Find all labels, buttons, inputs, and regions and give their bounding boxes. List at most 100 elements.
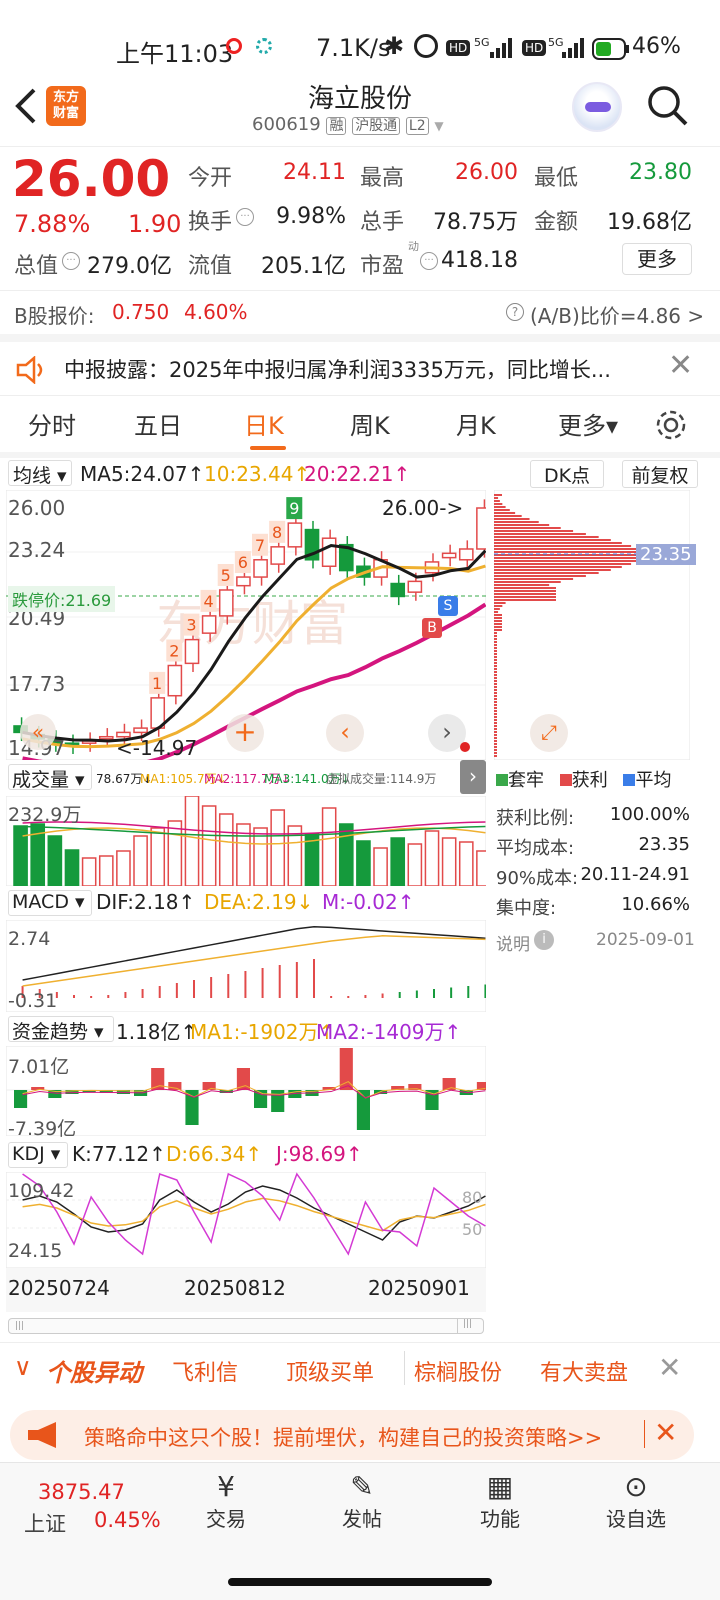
expand-icon[interactable]: ⤢ <box>530 714 568 752</box>
scroll-left-icon[interactable]: ‹ <box>326 714 364 752</box>
candle-body <box>287 522 303 548</box>
sequence-marker: 9 <box>286 497 303 520</box>
close-icon[interactable]: ✕ <box>658 1351 681 1384</box>
volume-bar <box>167 820 183 886</box>
settings-gear-icon[interactable] <box>654 408 688 442</box>
alert-item[interactable]: 棕榈股份 <box>414 1355 502 1387</box>
alert-item[interactable]: 飞利信 <box>172 1355 238 1387</box>
promo-text: 策略命中这只个股！提前埋伏，构建自己的投资策略>> <box>84 1426 603 1450</box>
panel-expand-icon[interactable]: › <box>460 760 486 794</box>
ab-ratio[interactable]: (A/B)比价=4.86 > <box>530 300 704 329</box>
more-button[interactable]: 更多 <box>622 243 692 275</box>
chip-bar <box>494 662 497 664</box>
kdj-y-max: 109.42 <box>8 1180 75 1202</box>
sequence-marker: 1 <box>149 671 166 694</box>
chip-bar <box>494 533 586 535</box>
pe-label: 市盈 <box>360 254 405 279</box>
kdj-chart[interactable] <box>6 1172 486 1268</box>
divider <box>0 452 720 458</box>
volume-bar <box>47 835 63 886</box>
chip-bar <box>494 677 497 679</box>
notification-icon <box>226 38 242 54</box>
chip-bar <box>494 743 497 745</box>
buy-signal-marker[interactable]: B <box>422 618 442 638</box>
5g-icon: 5G <box>474 36 490 49</box>
nav-watchlist[interactable]: ⊙ 设自选 <box>576 1468 696 1532</box>
ma-selector[interactable]: 均线 ▾ <box>8 460 72 487</box>
chip-help-link[interactable]: 说明 <box>496 930 530 955</box>
index-name[interactable]: 上证 <box>24 1508 66 1538</box>
search-icon[interactable] <box>646 84 690 128</box>
index-value[interactable]: 3875.47 <box>38 1480 125 1504</box>
chevron-down-icon[interactable]: ∨ <box>14 1353 32 1381</box>
volume-value: 78.75万 <box>433 210 518 235</box>
market-cap-label: 总值 <box>14 254 59 279</box>
stock-code-row[interactable]: 600619 融 沪股通 L2 ▼ <box>252 114 444 135</box>
stock-alert-strip: ∨ 个股异动 飞利信 顶级买单 棕榈股份 有大卖盘 ✕ <box>0 1342 720 1398</box>
chip-date: 2025-09-01 <box>596 930 695 950</box>
date-label: 20250812 <box>184 1276 286 1300</box>
tab-weekly-k[interactable]: 周K <box>350 406 390 441</box>
chip-bar <box>494 755 497 757</box>
scroll-handle-left[interactable]: ||| <box>15 1321 31 1331</box>
question-icon[interactable]: ? <box>506 303 524 321</box>
info-icon[interactable]: ··· <box>62 252 80 270</box>
promo-banner[interactable]: 策略命中这只个股！提前埋伏，构建自己的投资策略>> ✕ <box>10 1410 694 1460</box>
volume-bar <box>81 857 97 886</box>
macd-selector[interactable]: MACD ▾ <box>8 890 92 916</box>
profit-ratio-value: 100.00% <box>609 804 690 825</box>
alert-item[interactable]: 有大卖盘 <box>540 1355 628 1387</box>
chip-bar <box>494 674 497 676</box>
sequence-marker: 3 <box>183 613 200 636</box>
sequence-number: 2 <box>169 642 179 661</box>
adjust-mode-button[interactable]: 前复权 <box>622 460 698 488</box>
scroll-left-fast-icon[interactable]: « <box>20 714 56 750</box>
tab-5day[interactable]: 五日 <box>134 406 182 441</box>
date-axis: 20250724 20250812 20250901 <box>6 1268 486 1312</box>
chip-bar <box>494 548 639 550</box>
close-icon[interactable]: ✕ <box>668 348 693 383</box>
robot-assistant-icon[interactable] <box>572 82 622 132</box>
fund-flow-selector[interactable]: 资金趋势 ▾ <box>8 1016 114 1043</box>
tab-intraday[interactable]: 分时 <box>28 406 76 441</box>
chip-bar <box>494 752 497 754</box>
fund-flow-chart[interactable] <box>6 1046 486 1136</box>
chip-bar <box>494 665 497 667</box>
concentration-label: 集中度: <box>496 898 557 919</box>
scroll-handle-right[interactable]: ||| <box>457 1319 477 1333</box>
dk-point-button[interactable]: DK点 <box>530 460 604 488</box>
dropdown-icon: ▼ <box>434 119 444 133</box>
zoom-in-icon[interactable]: + <box>226 714 264 752</box>
chart-scrollbar[interactable]: ||| ||| <box>8 1318 484 1334</box>
tab-monthly-k[interactable]: 月K <box>456 406 496 441</box>
candle-body <box>98 735 114 740</box>
close-icon[interactable]: ✕ <box>654 1416 677 1449</box>
kdj-selector[interactable]: KDJ ▾ <box>8 1142 68 1168</box>
chip-distribution-chart[interactable] <box>494 490 690 760</box>
chip-bar <box>494 647 497 649</box>
alert-item[interactable]: 顶级买单 <box>286 1355 374 1387</box>
tab-more[interactable]: 更多▾ <box>558 406 618 441</box>
chip-bar <box>494 536 599 538</box>
nav-trade[interactable]: ¥ 交易 <box>166 1468 286 1532</box>
avg-legend: 平均 <box>635 770 672 791</box>
high-value: 26.00 <box>455 160 518 185</box>
back-arrow-icon[interactable] <box>12 88 38 124</box>
notice-bar[interactable]: 中报披露：2025年中报归属净利润3335万元，同比增长... ✕ <box>0 334 720 396</box>
limit-down-label: 跌停价:21.69 <box>8 586 116 612</box>
b-share-price: 0.750 <box>112 300 170 324</box>
info-icon[interactable]: i <box>534 930 554 950</box>
sequence-number: 7 <box>255 536 265 555</box>
nav-function[interactable]: ▦ 功能 <box>440 1468 560 1532</box>
chip-bar <box>494 641 497 643</box>
index-change[interactable]: 0.45% <box>94 1508 161 1532</box>
sell-signal-marker[interactable]: S <box>438 596 458 616</box>
chip-bar <box>494 731 497 733</box>
ma20-value: 20:22.21↑ <box>304 462 411 486</box>
nav-post[interactable]: ✎ 发帖 <box>302 1468 422 1532</box>
chip-bar <box>494 539 611 541</box>
chip-bar <box>494 626 502 628</box>
volume-selector[interactable]: 成交量 ▾ <box>8 764 92 791</box>
macd-chart[interactable] <box>6 920 486 1012</box>
tab-daily-k[interactable]: 日K <box>244 406 284 441</box>
